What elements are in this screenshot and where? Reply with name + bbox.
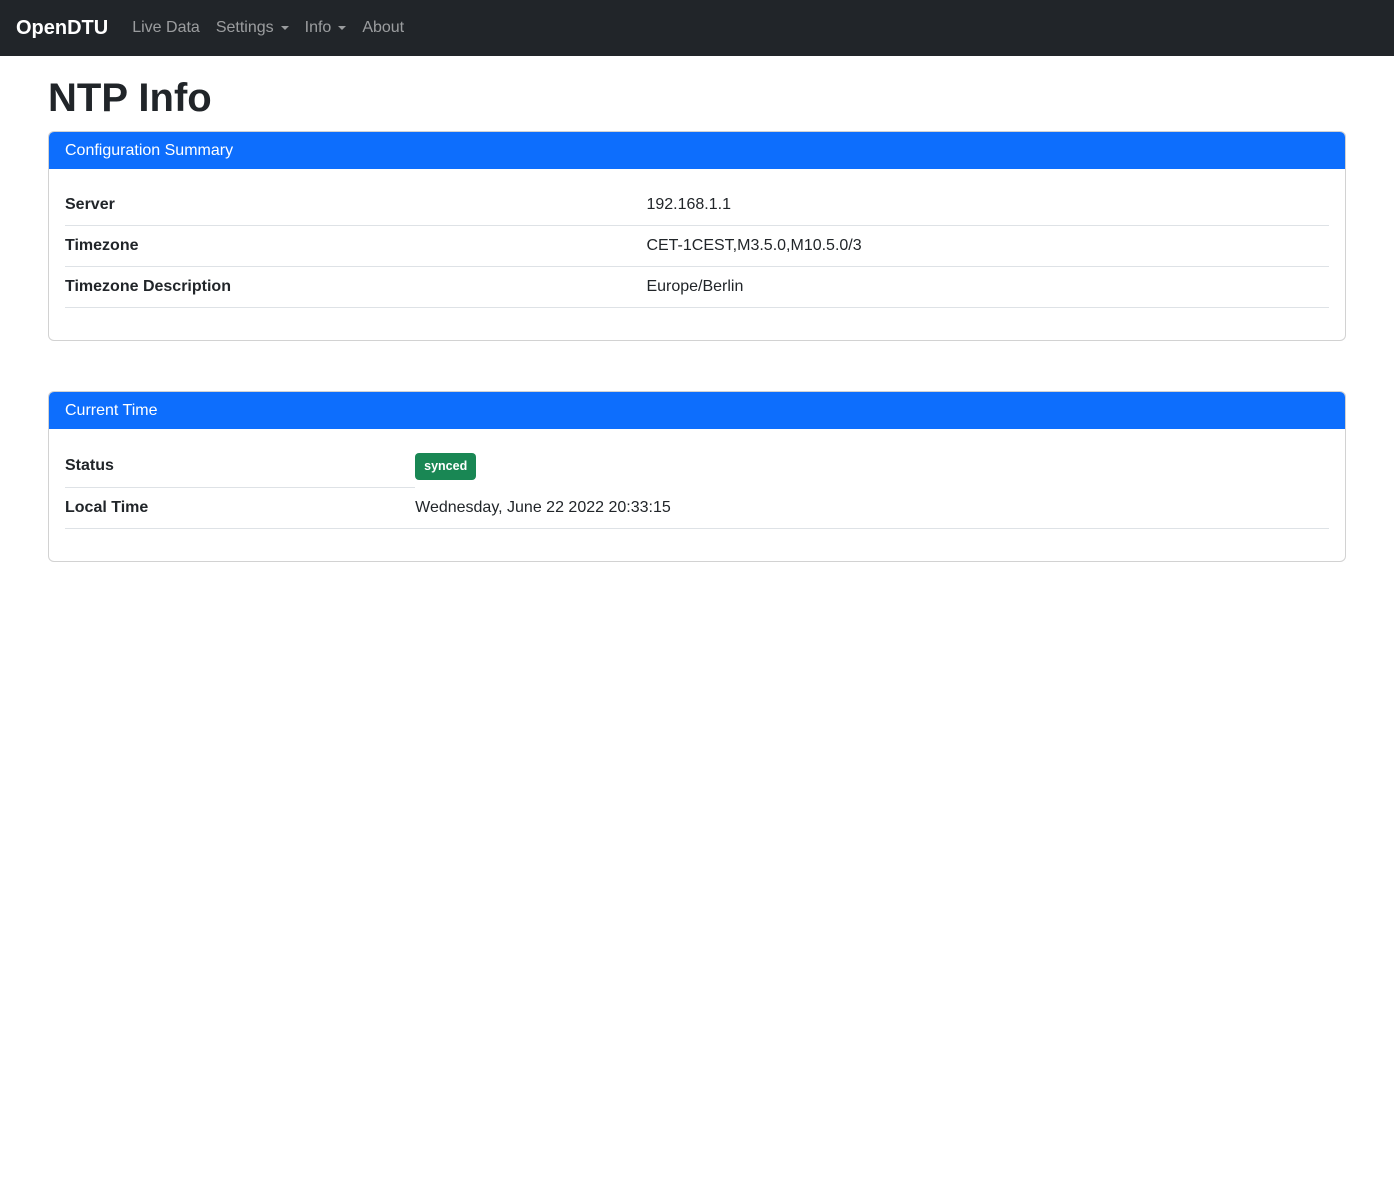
nav-item-about-label: About [362,19,404,37]
nav-item-live-data-label: Live Data [132,19,200,37]
config-row-server-value: 192.168.1.1 [646,185,1329,226]
config-row-timezone-value: CET-1CEST,M3.5.0,M10.5.0/3 [646,226,1329,267]
table-row: Status synced [65,445,1329,488]
config-row-timezone-label: Timezone [65,226,646,267]
current-time-header: Current Time [49,392,1345,429]
config-summary-body: Server 192.168.1.1 Timezone CET-1CEST,M3… [49,169,1345,340]
current-time-body: Status synced Local Time Wednesday, June… [49,429,1345,561]
config-summary-header: Configuration Summary [49,132,1345,169]
nav-item-info[interactable]: Info [297,11,355,45]
table-row: Server 192.168.1.1 [65,185,1329,226]
main-content: NTP Info Configuration Summary Server 19… [0,56,1394,660]
status-label: Status [65,445,415,488]
table-row: Timezone CET-1CEST,M3.5.0,M10.5.0/3 [65,226,1329,267]
config-summary-table: Server 192.168.1.1 Timezone CET-1CEST,M3… [65,185,1329,308]
status-value-cell: synced [415,445,1329,488]
table-row: Timezone Description Europe/Berlin [65,267,1329,308]
navbar-nav: Live Data Settings Info About [124,11,412,45]
current-time-table: Status synced Local Time Wednesday, June… [65,445,1329,529]
status-badge: synced [415,453,476,480]
navbar-brand[interactable]: OpenDTU [16,17,108,40]
navbar: OpenDTU Live Data Settings Info About [0,0,1394,56]
local-time-value: Wednesday, June 22 2022 20:33:15 [415,488,1329,529]
current-time-card: Current Time Status synced Local Time We… [48,391,1346,562]
local-time-label: Local Time [65,488,415,529]
config-row-server-label: Server [65,185,646,226]
page-title: NTP Info [48,74,1346,122]
table-row: Local Time Wednesday, June 22 2022 20:33… [65,488,1329,529]
config-summary-card: Configuration Summary Server 192.168.1.1… [48,131,1346,341]
caret-down-icon [338,26,346,30]
nav-item-settings-label: Settings [216,19,274,37]
config-row-timezone-description-value: Europe/Berlin [646,267,1329,308]
config-row-timezone-description-label: Timezone Description [65,267,646,308]
nav-item-info-label: Info [305,19,332,37]
nav-item-about[interactable]: About [354,11,412,45]
nav-item-settings[interactable]: Settings [208,11,297,45]
caret-down-icon [281,26,289,30]
nav-item-live-data[interactable]: Live Data [124,11,208,45]
